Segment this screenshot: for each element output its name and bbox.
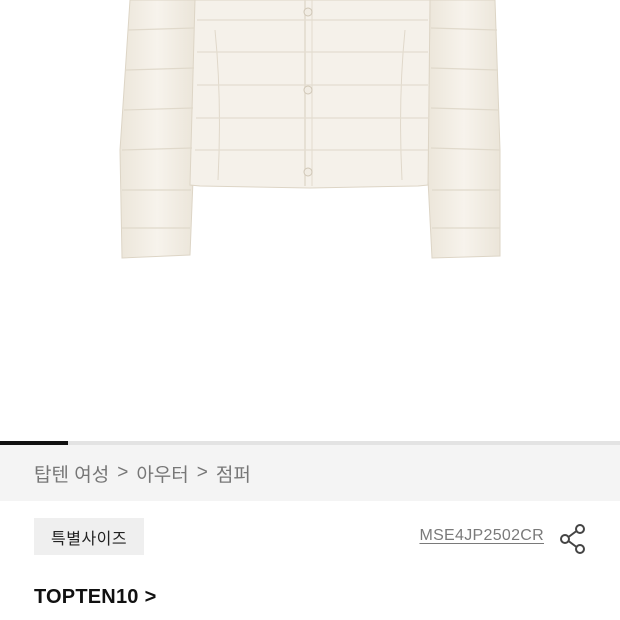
jacket-illustration: [119, 0, 501, 259]
brand-name: TOPTEN10: [34, 586, 139, 608]
breadcrumb-item-outer[interactable]: 아우터: [136, 460, 188, 487]
brand-link[interactable]: TOPTEN10 >: [34, 586, 157, 609]
share-icon[interactable]: [557, 522, 589, 554]
breadcrumb-separator: >: [196, 462, 208, 483]
breadcrumb-separator: >: [117, 462, 129, 483]
breadcrumb: 탑텐 여성 > 아우터 > 점퍼: [0, 445, 620, 501]
breadcrumb-item-jumper[interactable]: 점퍼: [216, 460, 251, 487]
product-sku-link[interactable]: MSE4JP2502CR: [419, 527, 544, 545]
product-image[interactable]: [0, 0, 620, 440]
product-info-row: 특별사이즈 MSE4JP2502CR: [0, 518, 620, 556]
special-size-badge: 특별사이즈: [34, 518, 145, 555]
chevron-right-icon: >: [144, 586, 157, 608]
breadcrumb-item-brand-women[interactable]: 탑텐 여성: [34, 460, 109, 487]
